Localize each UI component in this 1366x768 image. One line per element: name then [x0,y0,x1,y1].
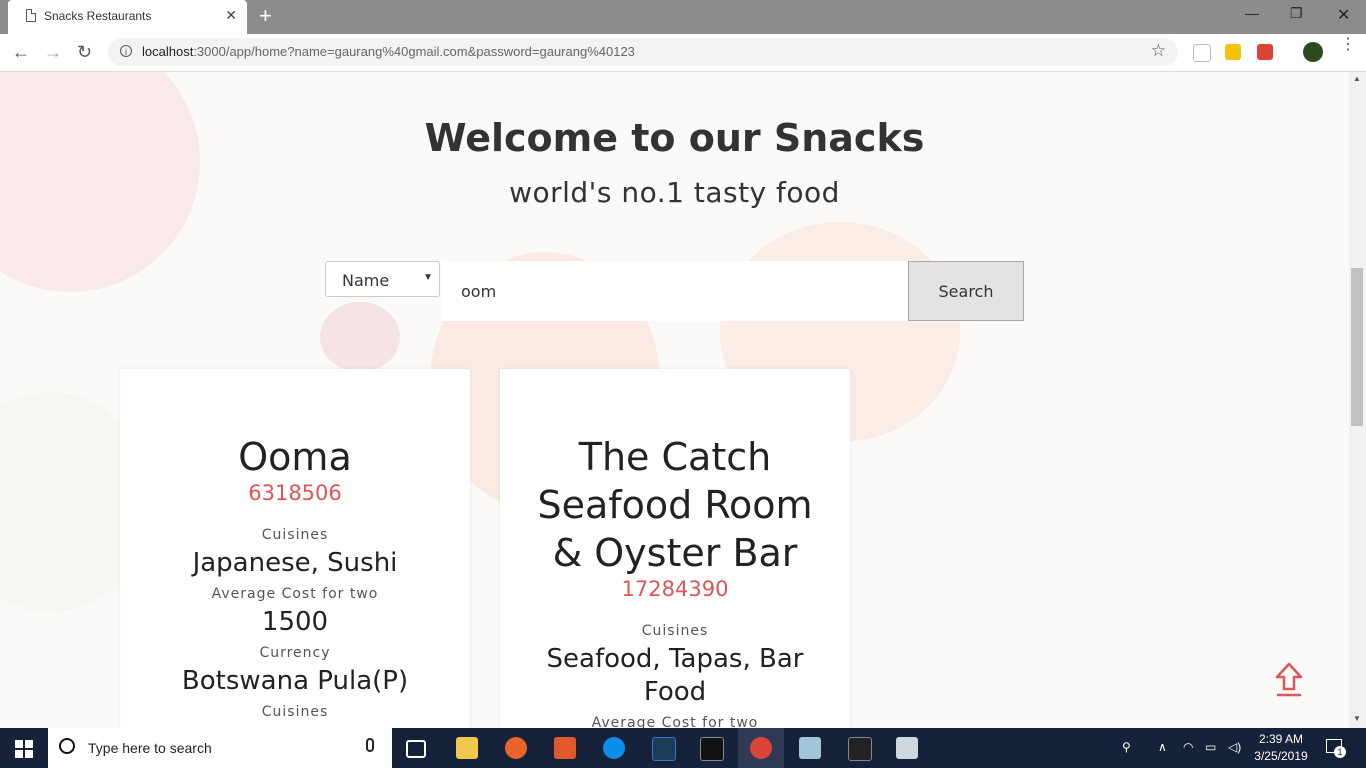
browser-tab[interactable]: Snacks Restaurants ✕ [8,0,247,34]
scroll-to-top-icon[interactable] [1275,662,1303,698]
restaurant-name: Ooma [238,435,352,479]
battery-icon[interactable]: ▭ [1205,740,1216,754]
back-button[interactable]: ← [12,42,30,62]
restaurant-id: 17284390 [621,577,729,601]
notification-count: 1 [1334,746,1346,758]
address-bar[interactable]: i localhost:3000/app/home?name=gaurang%4… [108,38,1178,66]
currency-label: Currency [259,645,331,661]
clock-time: 2:39 AM [1258,732,1304,746]
page-scrollbar[interactable]: ▲ ▼ [1349,72,1366,728]
currency-value: Botswana Pula(P) [181,666,409,696]
teamviewer-icon[interactable] [603,737,625,759]
restaurant-card[interactable]: The Catch Seafood Room & Oyster Bar 1728… [500,369,850,728]
minimize-button[interactable]: — [1245,5,1259,21]
windows-taskbar: Type here to search ⚲ ∧ ◠ ▭ ◁) 2:39 AM 3… [0,728,1366,768]
close-window-button[interactable]: ✕ [1337,5,1350,25]
url-text[interactable]: localhost:3000/app/home?name=gaurang%40g… [142,44,635,59]
page-title: Welcome to our Snacks [424,116,925,160]
file-explorer-icon[interactable] [456,737,478,759]
cuisines-label: Cuisines [261,527,329,543]
volume-icon[interactable]: ◁) [1228,740,1241,754]
bookmark-star-icon[interactable]: ☆ [1151,41,1166,61]
restaurant-name: The Catch Seafood Room & Oyster Bar [537,435,813,575]
microphone-icon[interactable] [366,738,374,752]
cost-value: 1500 [261,607,329,637]
app-window-icon[interactable] [896,737,918,759]
reload-button[interactable]: ↻ [77,42,92,62]
cost-label: Average Cost for two [211,586,379,602]
page-subtitle: world's no.1 tasty food [509,176,840,209]
search-input[interactable] [442,261,908,321]
media-player-icon[interactable] [554,737,576,759]
cuisines-value: Japanese, Sushi [192,548,398,578]
restore-button[interactable]: ❐ [1290,5,1303,22]
tab-title: Snacks Restaurants [44,9,152,23]
scroll-down-icon[interactable]: ▼ [1353,714,1361,723]
firefox-icon[interactable] [505,737,527,759]
scroll-up-icon[interactable]: ▲ [1353,74,1361,83]
taskbar-search-placeholder: Type here to search [88,740,212,756]
people-icon[interactable]: ⚲ [1122,740,1131,754]
extension-icon[interactable] [1257,44,1273,60]
webstorm-icon[interactable] [652,737,676,761]
clock-date: 3/25/2019 [1254,749,1308,763]
terminal-icon[interactable] [700,737,724,761]
page-icon [26,9,36,22]
profile-avatar[interactable] [1303,42,1323,62]
wifi-icon[interactable]: ◠ [1183,740,1193,754]
cortana-icon [59,738,75,754]
extension-icon[interactable] [1193,44,1211,62]
search-button[interactable]: Search [908,261,1024,321]
info-icon[interactable]: i [120,45,132,57]
cuisines-label: Cuisines [261,704,329,720]
taskbar-search-box[interactable]: Type here to search [48,728,392,768]
close-tab-icon[interactable]: ✕ [225,7,237,24]
chevron-up-icon[interactable]: ∧ [1158,740,1167,754]
cost-label: Average Cost for two [591,715,759,728]
extension-icon[interactable] [1225,44,1241,60]
search-filter-select[interactable]: Name ▼ [325,261,440,297]
mysql-icon[interactable] [848,737,872,761]
scrollbar-thumb[interactable] [1351,268,1363,426]
forward-button[interactable]: → [44,42,62,62]
restaurant-id: 6318506 [248,481,342,505]
select-value: Name [342,271,390,290]
restaurant-card[interactable]: Ooma 6318506 Cuisines Japanese, Sushi Av… [120,369,470,728]
chevron-down-icon: ▼ [423,272,433,283]
windows-start-icon[interactable] [15,740,33,758]
browser-toolbar: ← → ↻ i localhost:3000/app/home?name=gau… [0,34,1366,72]
cuisines-label: Cuisines [641,623,709,639]
menu-icon[interactable]: ⋮ [1340,37,1356,53]
cuisines-value: Seafood, Tapas, Bar Food [546,644,804,707]
notification-center-icon[interactable]: 1 [1326,739,1346,758]
system-clock[interactable]: 2:39 AM 3/25/2019 [1252,731,1310,765]
chrome-icon[interactable] [750,737,772,759]
browser-tab-strip: Snacks Restaurants ✕ + — ❐ ✕ [0,0,1366,34]
new-tab-button[interactable]: + [259,5,272,27]
page-content: Welcome to our Snacks world's no.1 tasty… [0,72,1349,728]
app-icon[interactable] [799,737,821,759]
task-view-icon[interactable] [406,740,426,758]
